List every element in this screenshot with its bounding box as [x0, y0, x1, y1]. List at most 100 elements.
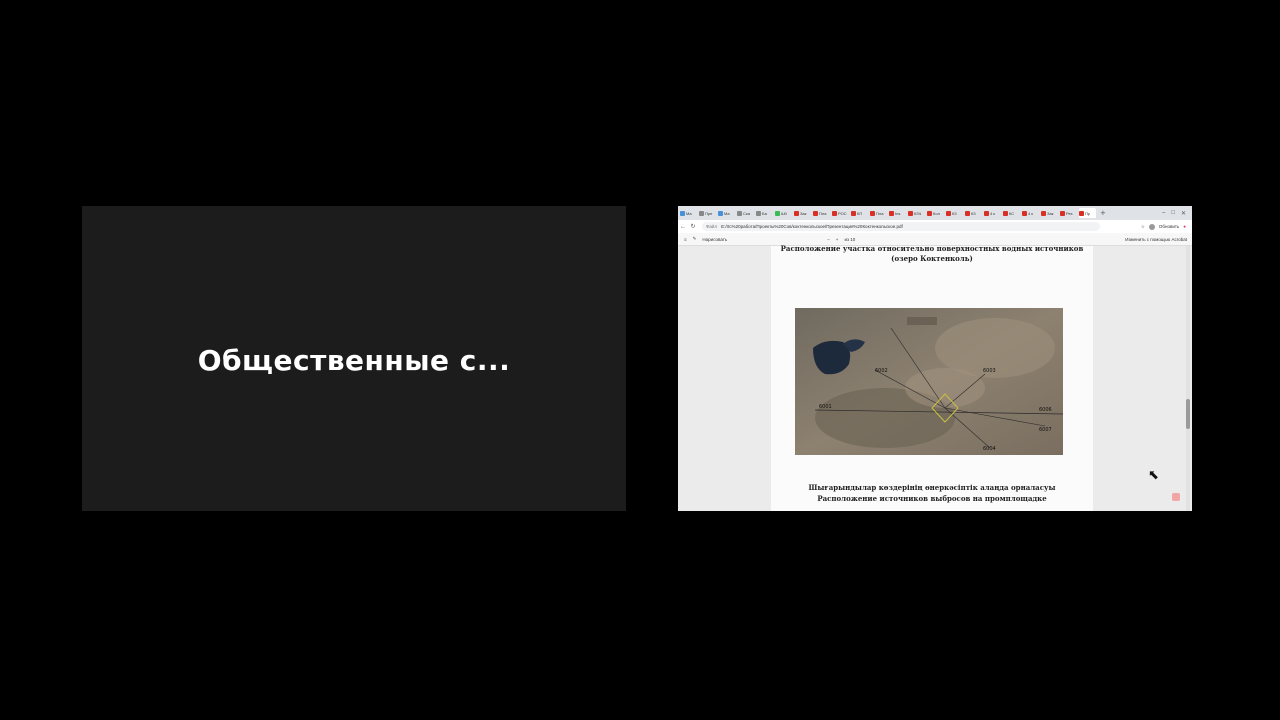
browser-tab[interactable]: КЗЧ [908, 208, 925, 218]
url-text: E:/rtc%20работа/Проекты%20Сов/коктенколь… [721, 224, 903, 229]
tab-favicon-icon [946, 210, 951, 216]
tab-favicon-icon [870, 210, 875, 216]
browser-tab[interactable]: Ска [737, 208, 754, 218]
tab-label: КП [857, 210, 863, 216]
avatar[interactable] [1148, 223, 1155, 230]
tab-favicon-icon [908, 210, 913, 216]
map-label-6007: 6007 [1039, 427, 1052, 433]
acrobat-corner-icon[interactable] [1172, 493, 1180, 501]
browser-tab[interactable]: КС [1003, 208, 1020, 218]
mouse-cursor-icon: ⬉ [1148, 468, 1159, 483]
tab-favicon-icon [984, 210, 989, 216]
browser-tab[interactable]: Пла [870, 208, 887, 218]
update-button[interactable]: Обновить [1159, 224, 1179, 229]
pdf-scrollbar[interactable] [1186, 246, 1190, 511]
back-icon[interactable]: ← [678, 224, 688, 230]
tab-label: КС [1009, 210, 1015, 216]
zoom-in-icon[interactable]: + [836, 237, 839, 242]
tab-favicon-icon [1041, 210, 1046, 216]
browser-tab[interactable]: Ма [718, 208, 735, 218]
page-caption: Шығарындылар көздерінің өнеркәсіптік ала… [771, 482, 1093, 504]
title-line-2: (озеро Коктенколь) [891, 254, 973, 263]
browser-tab[interactable]: Ма [680, 208, 697, 218]
tab-label: КЗЧ [914, 210, 922, 216]
map-label-6002: 6002 [875, 368, 888, 374]
browser-tab[interactable]: КЗ [946, 208, 963, 218]
browser-tab[interactable]: Ins [889, 208, 906, 218]
browser-tab[interactable]: Рез [1060, 208, 1077, 218]
url-field[interactable]: Файл E:/rtc%20работа/Проекты%20Сов/кокте… [702, 222, 1100, 231]
shared-screen-tile[interactable]: Ма Пре Ма Ска Ба Ш0 Зак Пла РОС КП Пла Ins КЗЧ Кол КЗ К… [678, 206, 1192, 511]
tab-favicon-icon [794, 210, 799, 216]
map-label-6001: 6001 [819, 404, 832, 410]
tab-favicon-icon [718, 210, 723, 216]
tab-favicon-icon [813, 210, 818, 216]
tab-label: КЗ [971, 210, 976, 216]
browser-tab[interactable]: КП [851, 208, 868, 218]
tab-favicon-icon [737, 210, 742, 216]
tab-favicon-icon [965, 210, 970, 216]
browser-tab[interactable]: Зак [1041, 208, 1058, 218]
tab-favicon-icon [832, 210, 837, 216]
satellite-map: 6002 6001 6003 6004 6006 6007 [795, 308, 1063, 455]
tab-favicon-icon [1079, 210, 1084, 216]
reload-icon[interactable]: ↻ [688, 223, 698, 230]
close-window-icon[interactable]: ✕ [1181, 210, 1186, 217]
browser-tab[interactable]: 4 к [984, 208, 1001, 218]
tab-label: Ска [743, 210, 750, 216]
menu-icon[interactable]: ≡ [684, 237, 687, 242]
tab-label: РОС [838, 210, 847, 216]
browser-tab[interactable]: Пла [813, 208, 830, 218]
browser-tab[interactable]: Пре [699, 208, 716, 218]
browser-tab[interactable]: Ш0 [775, 208, 792, 218]
tab-favicon-icon [1022, 210, 1027, 216]
tab-favicon-icon [851, 210, 856, 216]
tab-favicon-icon [1060, 210, 1065, 216]
caption-line-1: Шығарындылар көздерінің өнеркәсіптік ала… [808, 483, 1056, 492]
tab-favicon-icon [699, 210, 704, 216]
tab-label: Зак [800, 210, 807, 216]
browser-tab[interactable]: КЗ [965, 208, 982, 218]
pdf-page: Расположение участка относительно поверх… [771, 244, 1093, 511]
address-bar: ← ↻ Файл E:/rtc%20работа/Проекты%20Сов/к… [678, 220, 1192, 233]
tab-label: Пре [705, 210, 713, 216]
zoom-out-icon[interactable]: − [827, 237, 830, 242]
participant-tile[interactable]: Общественные с... [82, 206, 626, 511]
tab-label: 4 к [990, 210, 996, 216]
draw-icon[interactable]: ✎ [693, 236, 697, 242]
minimize-icon[interactable]: – [1162, 210, 1165, 217]
draw-button[interactable]: Нарисовать [702, 237, 727, 242]
tab-label: КЗ [952, 210, 957, 216]
browser-tab[interactable]: Зак [794, 208, 811, 218]
browser-tab[interactable]: 4 к [1022, 208, 1039, 218]
copilot-icon[interactable]: ● [1183, 224, 1186, 229]
page-count: из 10 [844, 236, 856, 242]
scroll-thumb[interactable] [1186, 399, 1190, 429]
tab-label: Ма [686, 210, 692, 216]
browser-tab[interactable]: РОС [832, 208, 849, 218]
browser-tab[interactable]: Пр [1079, 208, 1096, 218]
tab-favicon-icon [889, 210, 894, 216]
tab-label: Пр [1085, 210, 1091, 216]
star-icon[interactable]: ☆ [1141, 224, 1145, 230]
new-tab-icon[interactable]: + [1100, 209, 1106, 217]
pdf-viewer[interactable]: Расположение участка относительно поверх… [678, 244, 1192, 511]
tab-favicon-icon [1003, 210, 1008, 216]
browser-tab[interactable]: Ба [756, 208, 773, 218]
map-label-6004: 6004 [983, 446, 996, 452]
browser-tab-bar: Ма Пре Ма Ска Ба Ш0 Зак Пла РОС КП Пла Ins КЗЧ Кол КЗ К… [678, 206, 1192, 220]
browser-tab[interactable]: Кол [927, 208, 944, 218]
tab-label: Ш0 [781, 210, 787, 216]
caption-line-2: Расположение источников выбросов на пром… [817, 494, 1047, 503]
tab-label: Ма [724, 210, 730, 216]
map-label-6003: 6003 [983, 368, 996, 374]
window-controls: – □ ✕ [1162, 210, 1192, 217]
maximize-icon[interactable]: □ [1171, 210, 1175, 217]
tab-favicon-icon [680, 210, 685, 216]
edit-acrobat-button[interactable]: Изменить с помощью Acrobat [1125, 237, 1192, 242]
page-title: Расположение участка относительно поверх… [771, 244, 1093, 264]
tab-favicon-icon [756, 210, 761, 216]
tab-favicon-icon [775, 210, 780, 216]
tab-label: Ба [762, 210, 767, 216]
file-label: Файл [706, 224, 718, 229]
